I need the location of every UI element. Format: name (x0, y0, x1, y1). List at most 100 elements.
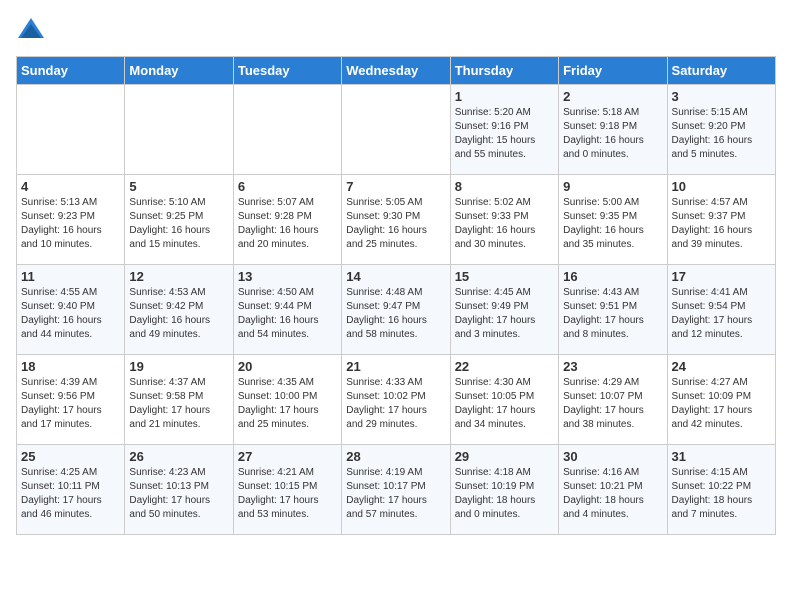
day-number: 29 (455, 449, 554, 464)
day-cell: 22 Sunrise: 4:30 AM Sunset: 10:05 PM Dayl… (450, 355, 558, 445)
day-cell: 5 Sunrise: 5:10 AM Sunset: 9:25 PM Daylig… (125, 175, 233, 265)
day-number: 2 (563, 89, 662, 104)
day-number: 5 (129, 179, 228, 194)
day-cell: 14Sunrise: 4:48 AM Sunset: 9:47 PM Dayli… (342, 265, 450, 355)
day-number: 8 (455, 179, 554, 194)
day-cell: 21Sunrise: 4:33 AM Sunset: 10:02 PM Dayl… (342, 355, 450, 445)
day-info: Sunrise: 4:33 AM Sunset: 10:02 PM Daylig… (346, 376, 445, 432)
day-cell: 16Sunrise: 4:43 AM Sunset: 9:51 PM Dayli… (559, 265, 667, 355)
day-info: Sunrise: 5:05 AM Sunset: 9:30 PM Dayligh… (346, 196, 445, 252)
day-number: 7 (346, 179, 445, 194)
day-header-friday: Friday (559, 57, 667, 85)
day-cell: 18Sunrise: 4:39 AM Sunset: 9:56 PM Dayli… (17, 355, 125, 445)
day-number: 25 (21, 449, 120, 464)
day-number: 24 (672, 359, 771, 374)
day-info: Sunrise: 4:55 AM Sunset: 9:40 PM Dayligh… (21, 286, 120, 342)
day-cell: 28Sunrise: 4:19 AM Sunset: 10:17 PM Dayl… (342, 445, 450, 535)
day-number: 1 (455, 89, 554, 104)
day-info: Sunrise: 4:57 AM Sunset: 9:37 PM Dayligh… (672, 196, 771, 252)
day-cell: 1 Sunrise: 5:20 AM Sunset: 9:16 PM Daylig… (450, 85, 558, 175)
day-header-wednesday: Wednesday (342, 57, 450, 85)
day-number: 9 (563, 179, 662, 194)
page-header (16, 16, 776, 46)
day-header-monday: Monday (125, 57, 233, 85)
day-info: Sunrise: 4:48 AM Sunset: 9:47 PM Dayligh… (346, 286, 445, 342)
calendar-table: SundayMondayTuesdayWednesdayThursdayFrid… (16, 56, 776, 535)
day-info: Sunrise: 4:16 AM Sunset: 10:21 PM Daylig… (563, 466, 662, 522)
day-cell: 17 Sunrise: 4:41 AM Sunset: 9:54 PM Dayli… (667, 265, 775, 355)
day-number: 3 (672, 89, 771, 104)
day-number: 23 (563, 359, 662, 374)
day-number: 27 (238, 449, 337, 464)
day-number: 17 (672, 269, 771, 284)
day-info: Sunrise: 5:07 AM Sunset: 9:28 PM Dayligh… (238, 196, 337, 252)
day-info: Sunrise: 4:45 AM Sunset: 9:49 PM Dayligh… (455, 286, 554, 342)
day-cell: 6 Sunrise: 5:07 AM Sunset: 9:28 PM Daylig… (233, 175, 341, 265)
day-cell: 9 Sunrise: 5:00 AM Sunset: 9:35 PM Daylig… (559, 175, 667, 265)
day-number: 19 (129, 359, 228, 374)
day-info: Sunrise: 4:15 AM Sunset: 10:22 PM Daylig… (672, 466, 771, 522)
day-cell: 25 Sunrise: 4:25 AM Sunset: 10:11 PM Dayl… (17, 445, 125, 535)
day-info: Sunrise: 5:10 AM Sunset: 9:25 PM Dayligh… (129, 196, 228, 252)
day-cell: 19 Sunrise: 4:37 AM Sunset: 9:58 PM Dayli… (125, 355, 233, 445)
day-info: Sunrise: 5:15 AM Sunset: 9:20 PM Dayligh… (672, 106, 771, 162)
day-number: 6 (238, 179, 337, 194)
day-cell: 30 Sunrise: 4:16 AM Sunset: 10:21 PM Dayl… (559, 445, 667, 535)
day-info: Sunrise: 4:27 AM Sunset: 10:09 PM Daylig… (672, 376, 771, 432)
day-cell: 31 Sunrise: 4:15 AM Sunset: 10:22 PM Dayl… (667, 445, 775, 535)
day-number: 13 (238, 269, 337, 284)
day-number: 12 (129, 269, 228, 284)
day-cell: 26Sunrise: 4:23 AM Sunset: 10:13 PM Dayl… (125, 445, 233, 535)
day-cell: 10 Sunrise: 4:57 AM Sunset: 9:37 PM Dayli… (667, 175, 775, 265)
day-header-tuesday: Tuesday (233, 57, 341, 85)
day-number: 10 (672, 179, 771, 194)
day-cell: 20Sunrise: 4:35 AM Sunset: 10:00 PM Dayl… (233, 355, 341, 445)
day-cell (17, 85, 125, 175)
day-number: 20 (238, 359, 337, 374)
day-info: Sunrise: 4:25 AM Sunset: 10:11 PM Daylig… (21, 466, 120, 522)
day-cell: 23 Sunrise: 4:29 AM Sunset: 10:07 PM Dayl… (559, 355, 667, 445)
day-cell (233, 85, 341, 175)
day-number: 11 (21, 269, 120, 284)
day-cell: 7 Sunrise: 5:05 AM Sunset: 9:30 PM Daylig… (342, 175, 450, 265)
week-row-2: 4Sunrise: 5:13 AM Sunset: 9:23 PM Daylig… (17, 175, 776, 265)
day-cell: 8 Sunrise: 5:02 AM Sunset: 9:33 PM Daylig… (450, 175, 558, 265)
day-cell: 15 Sunrise: 4:45 AM Sunset: 9:49 PM Dayli… (450, 265, 558, 355)
day-info: Sunrise: 4:43 AM Sunset: 9:51 PM Dayligh… (563, 286, 662, 342)
day-info: Sunrise: 4:29 AM Sunset: 10:07 PM Daylig… (563, 376, 662, 432)
day-cell: 2 Sunrise: 5:18 AM Sunset: 9:18 PM Daylig… (559, 85, 667, 175)
day-info: Sunrise: 5:02 AM Sunset: 9:33 PM Dayligh… (455, 196, 554, 252)
day-cell (342, 85, 450, 175)
day-info: Sunrise: 4:21 AM Sunset: 10:15 PM Daylig… (238, 466, 337, 522)
day-info: Sunrise: 4:19 AM Sunset: 10:17 PM Daylig… (346, 466, 445, 522)
day-cell: 27 Sunrise: 4:21 AM Sunset: 10:15 PM Dayl… (233, 445, 341, 535)
day-number: 4 (21, 179, 120, 194)
day-cell: 13 Sunrise: 4:50 AM Sunset: 9:44 PM Dayli… (233, 265, 341, 355)
day-number: 26 (129, 449, 228, 464)
day-cell: 11 Sunrise: 4:55 AM Sunset: 9:40 PM Dayli… (17, 265, 125, 355)
week-row-5: 25 Sunrise: 4:25 AM Sunset: 10:11 PM Dayl… (17, 445, 776, 535)
day-cell: 12 Sunrise: 4:53 AM Sunset: 9:42 PM Dayli… (125, 265, 233, 355)
day-info: Sunrise: 4:39 AM Sunset: 9:56 PM Dayligh… (21, 376, 120, 432)
day-cell: 3 Sunrise: 5:15 AM Sunset: 9:20 PM Daylig… (667, 85, 775, 175)
day-info: Sunrise: 4:30 AM Sunset: 10:05 PM Daylig… (455, 376, 554, 432)
day-number: 30 (563, 449, 662, 464)
day-number: 31 (672, 449, 771, 464)
week-row-4: 18Sunrise: 4:39 AM Sunset: 9:56 PM Dayli… (17, 355, 776, 445)
day-header-thursday: Thursday (450, 57, 558, 85)
day-number: 22 (455, 359, 554, 374)
day-info: Sunrise: 4:41 AM Sunset: 9:54 PM Dayligh… (672, 286, 771, 342)
week-row-1: 1 Sunrise: 5:20 AM Sunset: 9:16 PM Daylig… (17, 85, 776, 175)
day-info: Sunrise: 4:50 AM Sunset: 9:44 PM Dayligh… (238, 286, 337, 342)
day-cell (125, 85, 233, 175)
day-info: Sunrise: 5:18 AM Sunset: 9:18 PM Dayligh… (563, 106, 662, 162)
day-header-sunday: Sunday (17, 57, 125, 85)
day-info: Sunrise: 5:00 AM Sunset: 9:35 PM Dayligh… (563, 196, 662, 252)
logo-icon (16, 16, 46, 46)
day-cell: 4Sunrise: 5:13 AM Sunset: 9:23 PM Daylig… (17, 175, 125, 265)
day-number: 15 (455, 269, 554, 284)
day-cell: 29Sunrise: 4:18 AM Sunset: 10:19 PM Dayl… (450, 445, 558, 535)
day-info: Sunrise: 4:53 AM Sunset: 9:42 PM Dayligh… (129, 286, 228, 342)
day-info: Sunrise: 5:20 AM Sunset: 9:16 PM Dayligh… (455, 106, 554, 162)
day-info: Sunrise: 4:37 AM Sunset: 9:58 PM Dayligh… (129, 376, 228, 432)
